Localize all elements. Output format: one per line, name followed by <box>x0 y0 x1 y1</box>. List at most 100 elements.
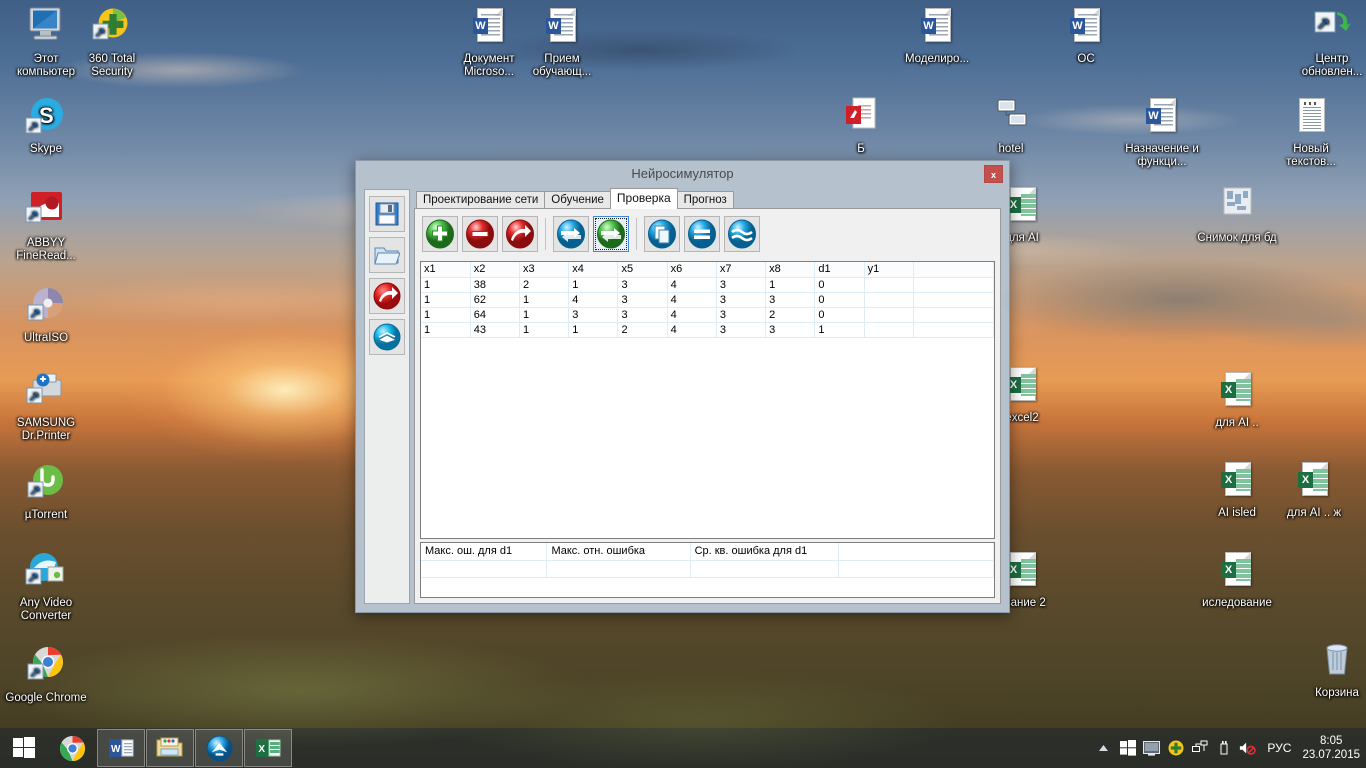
close-button[interactable]: x <box>984 165 1003 183</box>
library-button[interactable] <box>369 319 405 355</box>
table-cell[interactable]: 1 <box>519 307 570 323</box>
table-cell[interactable]: 43 <box>470 322 520 338</box>
table-row[interactable]: 1 62 1 4 3 4 3 3 0 <box>421 292 994 308</box>
copy-button[interactable] <box>644 216 680 252</box>
column-header[interactable]: x4 <box>568 262 619 278</box>
column-header[interactable]: x6 <box>667 262 717 278</box>
table-cell[interactable]: 1 <box>421 292 471 308</box>
column-header[interactable]: x5 <box>617 262 668 278</box>
results-cell[interactable] <box>546 560 691 578</box>
desktop-icon[interactable]: ↗ Google Chrome <box>4 645 88 705</box>
table-cell[interactable] <box>913 322 994 338</box>
table-cell[interactable] <box>913 277 994 293</box>
table-cell[interactable] <box>864 292 914 308</box>
table-cell[interactable]: 2 <box>617 322 668 338</box>
table-cell[interactable]: 62 <box>470 292 520 308</box>
table-cell[interactable]: 38 <box>470 277 520 293</box>
table-row[interactable]: 1 43 1 1 2 4 3 3 1 <box>421 322 994 338</box>
results-column-header[interactable]: Макс. отн. ошибка <box>546 543 691 561</box>
table-cell[interactable]: 3 <box>765 322 816 338</box>
tab-2[interactable]: Обучение <box>544 191 611 209</box>
desktop-icon[interactable]: ↗ Any Video Converter <box>4 550 88 622</box>
desktop-icon[interactable]: S ↗ Skype <box>4 96 88 156</box>
desktop-icon[interactable]: W Назначение и функци... <box>1120 96 1204 168</box>
column-header[interactable]: x7 <box>716 262 767 278</box>
language-indicator[interactable]: РУС <box>1267 741 1291 755</box>
desktop-icon[interactable]: W Прием обучающ... <box>520 6 604 78</box>
open-button[interactable] <box>369 237 405 273</box>
column-header[interactable] <box>913 262 994 278</box>
table-cell[interactable] <box>864 307 914 323</box>
table-cell[interactable]: 1 <box>568 277 619 293</box>
column-header[interactable]: x2 <box>470 262 520 278</box>
table-cell[interactable]: 64 <box>470 307 520 323</box>
desktop-icon[interactable]: Xдля AI .. ж <box>1272 460 1356 520</box>
table-cell[interactable]: 1 <box>421 307 471 323</box>
neurosimulator-window[interactable]: Нейросимулятор x Проектирование сети Обу… <box>355 160 1010 613</box>
desktop-icon[interactable]: ↗ ABBYY FineRead... <box>4 190 88 262</box>
desktop-icon[interactable]: ↗ UltraISO <box>4 285 88 345</box>
table-cell[interactable]: 2 <box>519 277 570 293</box>
table-cell[interactable]: 3 <box>617 307 668 323</box>
desktop-icon[interactable]: Корзина <box>1295 640 1366 700</box>
save-button[interactable] <box>369 196 405 232</box>
tab-1[interactable]: Проектирование сети <box>416 191 546 209</box>
table-cell[interactable] <box>864 322 914 338</box>
table-cell[interactable] <box>913 292 994 308</box>
clock[interactable]: 8:05 23.07.2015 <box>1302 734 1360 762</box>
table-cell[interactable]: 0 <box>814 292 865 308</box>
desktop-icon[interactable]: W Документ Microso... <box>447 6 531 78</box>
delete-row-button[interactable] <box>462 216 498 252</box>
windows-icon[interactable] <box>1119 740 1136 757</box>
results-cell[interactable] <box>690 560 840 578</box>
network-icon[interactable] <box>1191 740 1208 757</box>
table-cell[interactable]: 3 <box>617 277 668 293</box>
export-button[interactable] <box>369 278 405 314</box>
table-cell[interactable]: 4 <box>667 307 717 323</box>
data-grid[interactable]: x1 x2 x3 x4 x5 x6 x7 x8 d1 y1 1 38 2 1 3 4 3 1 0 1 62 1 4 3 4 3 3… <box>420 261 995 539</box>
table-cell[interactable]: 3 <box>716 277 767 293</box>
import-blue-button[interactable] <box>553 216 589 252</box>
taskbar-word[interactable]: W <box>97 729 145 767</box>
results-column-header[interactable] <box>838 543 994 561</box>
window-titlebar[interactable]: Нейросимулятор x <box>356 161 1009 186</box>
start-button[interactable] <box>0 728 48 768</box>
desktop-icon[interactable]: W ОС <box>1044 6 1128 66</box>
desktop-icon[interactable]: X AI isled <box>1195 460 1279 520</box>
taskbar-explorer[interactable] <box>146 729 194 767</box>
taskbar-chrome[interactable] <box>48 729 96 767</box>
table-cell[interactable]: 1 <box>519 322 570 338</box>
speaker-muted-icon[interactable] <box>1239 740 1257 757</box>
desktop-icon[interactable]: Б <box>819 96 903 156</box>
table-cell[interactable]: 0 <box>814 277 865 293</box>
add-row-button[interactable] <box>422 216 458 252</box>
results-cell[interactable] <box>421 560 548 578</box>
wave-button[interactable] <box>724 216 760 252</box>
results-grid[interactable]: Макс. ош. для d1 Макс. отн. ошибка Ср. кв.… <box>420 542 995 598</box>
results-column-header[interactable]: Макс. ош. для d1 <box>421 543 548 561</box>
column-header[interactable]: x3 <box>519 262 570 278</box>
desktop-icon[interactable]: ↗ SAMSUNG Dr.Printer <box>4 370 88 442</box>
table-cell[interactable]: 4 <box>667 292 717 308</box>
column-header[interactable]: x8 <box>765 262 816 278</box>
column-header[interactable]: d1 <box>814 262 865 278</box>
table-cell[interactable] <box>913 307 994 323</box>
desktop-icon[interactable]: Новый текстов... <box>1269 96 1353 168</box>
desktop-icon[interactable]: ↗ 360 Total Security <box>70 6 154 78</box>
desktop-icon[interactable]: Xиследование <box>1195 550 1279 610</box>
desktop-icon[interactable]: Снимок для бд <box>1195 185 1279 245</box>
chevron-up-icon[interactable] <box>1095 740 1112 757</box>
table-row[interactable]: 1 64 1 3 3 4 3 2 0 <box>421 307 994 323</box>
results-row[interactable] <box>421 560 994 578</box>
table-cell[interactable]: 3 <box>716 322 767 338</box>
column-header[interactable]: x1 <box>421 262 471 278</box>
table-cell[interactable]: 2 <box>765 307 816 323</box>
table-cell[interactable]: 1 <box>519 292 570 308</box>
usb-icon[interactable] <box>1215 740 1232 757</box>
table-row[interactable]: 1 38 2 1 3 4 3 1 0 <box>421 277 994 293</box>
table-cell[interactable]: 3 <box>716 307 767 323</box>
table-cell[interactable]: 4 <box>568 292 619 308</box>
table-cell[interactable]: 4 <box>667 277 717 293</box>
table-cell[interactable]: 3 <box>617 292 668 308</box>
table-cell[interactable]: 1 <box>421 322 471 338</box>
